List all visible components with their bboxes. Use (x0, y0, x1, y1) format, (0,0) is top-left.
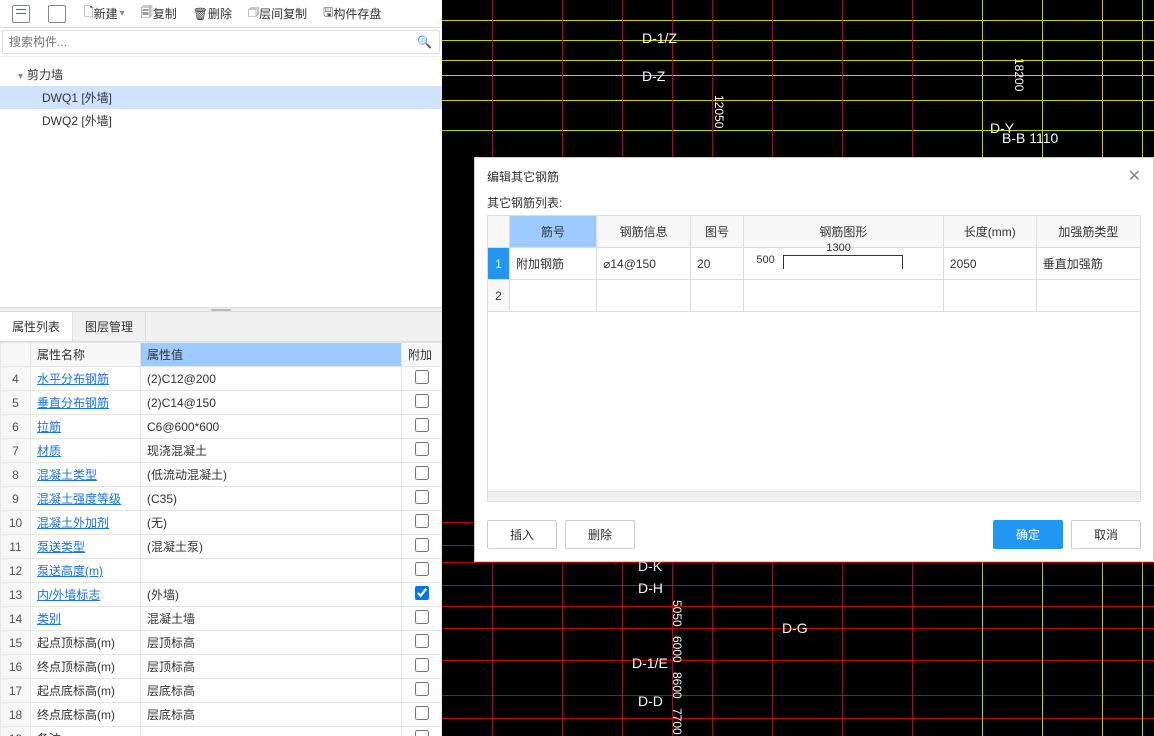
axis-label: D-1/E (632, 655, 668, 671)
extra-checkbox[interactable] (415, 562, 429, 576)
col-type: 加强筋类型 (1036, 216, 1140, 248)
col-extra: 附加 (402, 343, 442, 367)
extra-checkbox[interactable] (415, 466, 429, 480)
dim-label: 8600 (670, 672, 684, 699)
property-row[interactable]: 7材质现浇混凝土 (1, 439, 442, 463)
extra-checkbox[interactable] (415, 730, 429, 736)
extra-checkbox[interactable] (415, 634, 429, 648)
extra-checkbox[interactable] (415, 370, 429, 384)
extra-checkbox[interactable] (415, 418, 429, 432)
extra-checkbox[interactable] (415, 706, 429, 720)
splitter[interactable] (0, 307, 442, 312)
col-name: 属性名称 (31, 343, 141, 367)
axis-label: D-G (782, 620, 808, 636)
tree-parent[interactable]: 剪力墙 (0, 63, 442, 86)
axis-label: D-Z (642, 68, 665, 84)
tab-properties[interactable]: 属性列表 (0, 312, 73, 341)
component-tree[interactable]: 剪力墙 DWQ1 [外墙] DWQ2 [外墙] (0, 57, 442, 307)
axis-label: B-B 1110 (1002, 130, 1058, 146)
axis-label: D-D (638, 693, 663, 709)
axis-label: D-H (638, 580, 663, 596)
property-row[interactable]: 12泵送高度(m) (1, 559, 442, 583)
scrollbar[interactable] (487, 492, 1141, 502)
edit-rebar-dialog: 编辑其它钢筋 ✕ 其它钢筋列表: 筋号 钢筋信息 图号 钢筋图形 长度(mm) … (474, 157, 1154, 562)
trash-icon: 🗑 (193, 7, 208, 21)
search-input[interactable] (2, 30, 440, 54)
layer-copy-button[interactable]: 🗇 层间复制 (242, 1, 313, 26)
delete-rebar-button[interactable]: 删除 (565, 520, 635, 549)
dialog-title: 编辑其它钢筋 (487, 168, 559, 185)
cancel-button[interactable]: 取消 (1071, 520, 1141, 549)
dim-label: 6000 (670, 636, 684, 663)
tree-item[interactable]: DWQ2 [外墙] (0, 109, 442, 132)
extra-checkbox[interactable] (415, 538, 429, 552)
axis-label: D-1/Z (642, 30, 677, 46)
property-row[interactable]: 16终点顶标高(m)层顶标高 (1, 655, 442, 679)
axis-label: 18200 (1012, 58, 1026, 91)
dialog-subtitle: 其它钢筋列表: (475, 194, 1153, 215)
property-table: 属性名称 属性值 附加 4水平分布钢筋(2)C12@2005垂直分布钢筋(2)C… (0, 342, 442, 736)
new-button[interactable]: 🗋 新建 (78, 1, 131, 26)
property-row[interactable]: 18终点底标高(m)层底标高 (1, 703, 442, 727)
extra-checkbox[interactable] (415, 658, 429, 672)
layer-icon: 🗇 (248, 3, 259, 24)
property-row[interactable]: 15起点顶标高(m)层顶标高 (1, 631, 442, 655)
col-info: 钢筋信息 (597, 216, 691, 248)
component-save-button[interactable]: 🖫 构件存盘 (317, 1, 387, 26)
extra-checkbox[interactable] (415, 442, 429, 456)
property-row[interactable]: 11泵送类型(混凝土泵) (1, 535, 442, 559)
extra-checkbox[interactable] (415, 586, 429, 600)
view-list-button[interactable] (6, 3, 38, 25)
col-jin: 筋号 (510, 216, 597, 248)
file-icon: 🗋 (84, 3, 94, 24)
property-row[interactable]: 10混凝土外加剂(无) (1, 511, 442, 535)
dim-label: 7700 (670, 708, 684, 735)
extra-checkbox[interactable] (415, 490, 429, 504)
copy-button[interactable]: 🗐 复制 (135, 1, 183, 26)
property-row[interactable]: 8混凝土类型(低流动混凝土) (1, 463, 442, 487)
rebar-row[interactable]: 2 (488, 280, 1141, 312)
property-row[interactable]: 4水平分布钢筋(2)C12@200 (1, 367, 442, 391)
property-row[interactable]: 17起点底标高(m)层底标高 (1, 679, 442, 703)
copy-icon: 🗐 (141, 3, 153, 24)
extra-checkbox[interactable] (415, 394, 429, 408)
axis-label: 12050 (712, 95, 726, 128)
property-row[interactable]: 19备注 (1, 727, 442, 736)
col-tu: 图号 (691, 216, 744, 248)
col-num (1, 343, 31, 367)
search-icon: 🔍 (417, 35, 432, 49)
property-row[interactable]: 9混凝土强度等级(C35) (1, 487, 442, 511)
extra-checkbox[interactable] (415, 610, 429, 624)
dialog-blank (487, 312, 1141, 492)
col-value: 属性值 (141, 343, 402, 367)
save-icon: 🖫 (323, 3, 333, 24)
property-row[interactable]: 13内/外墙标志(外墙) (1, 583, 442, 607)
tab-layers[interactable]: 图层管理 (73, 312, 146, 341)
close-icon[interactable]: ✕ (1128, 166, 1141, 186)
delete-button[interactable]: 🗑 删除 (187, 3, 238, 24)
extra-checkbox[interactable] (415, 682, 429, 696)
ok-button[interactable]: 确定 (993, 520, 1063, 549)
tree-item[interactable]: DWQ1 [外墙] (0, 86, 442, 109)
property-row[interactable]: 6拉筋C6@600*600 (1, 415, 442, 439)
extra-checkbox[interactable] (415, 514, 429, 528)
view-grid-button[interactable] (42, 3, 74, 25)
rebar-row[interactable]: 1 附加钢筋 ⌀14@150 20 5001300 2050 垂直加强筋 (488, 248, 1141, 280)
property-row[interactable]: 14类别混凝土墙 (1, 607, 442, 631)
property-row[interactable]: 5垂直分布钢筋(2)C14@150 (1, 391, 442, 415)
dim-label: 5050 (670, 600, 684, 627)
col-len: 长度(mm) (943, 216, 1036, 248)
rebar-shape-icon: 5001300 (783, 255, 903, 269)
insert-button[interactable]: 插入 (487, 520, 557, 549)
